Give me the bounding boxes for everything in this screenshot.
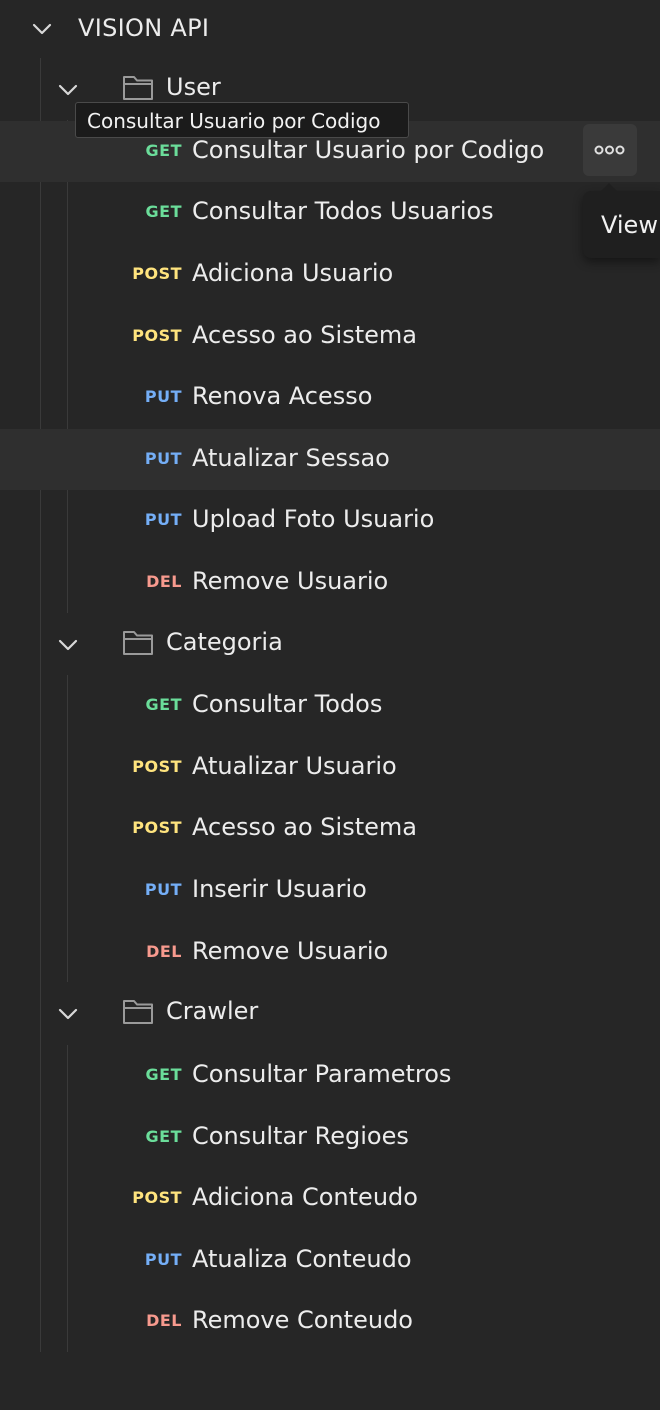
- request-row[interactable]: GET Consultar Regioes: [0, 1107, 660, 1168]
- request-row[interactable]: PUT Atualizar Sessao: [0, 429, 660, 490]
- request-name: Atualizar Usuario: [192, 752, 397, 780]
- method-badge: POST: [132, 818, 182, 837]
- more-options-button[interactable]: [583, 124, 637, 176]
- more-options-icon: [594, 145, 625, 155]
- folder-crawler[interactable]: Crawler: [0, 984, 660, 1042]
- request-name: Consultar Todos Usuarios: [192, 197, 494, 225]
- request-row[interactable]: DEL Remove Usuario: [0, 552, 660, 613]
- folder-icon: [123, 1000, 153, 1024]
- request-name: Remove Usuario: [192, 937, 389, 965]
- folder-categoria[interactable]: Categoria: [0, 615, 660, 673]
- folder-name: User: [166, 73, 221, 101]
- method-badge: DEL: [146, 942, 182, 961]
- method-badge: GET: [145, 695, 182, 714]
- folder-icon: [123, 76, 153, 100]
- request-name: Atualiza Conteudo: [192, 1245, 412, 1273]
- request-row[interactable]: PUT Inserir Usuario: [0, 860, 660, 921]
- chevron-down-icon[interactable]: [56, 1002, 80, 1026]
- method-badge: PUT: [144, 1250, 182, 1269]
- method-badge: GET: [145, 141, 182, 160]
- collection-title: VISION API: [78, 14, 210, 42]
- method-badge: GET: [145, 202, 182, 221]
- request-row[interactable]: POST Adiciona Usuario: [0, 244, 660, 305]
- request-row[interactable]: POST Adiciona Conteudo: [0, 1168, 660, 1229]
- request-row[interactable]: GET Consultar Todos Usuarios: [0, 182, 660, 243]
- tooltip: Consultar Usuario por Codigo: [75, 102, 409, 138]
- request-name: Consultar Usuario por Codigo: [192, 136, 545, 164]
- request-row[interactable]: POST Acesso ao Sistema: [0, 798, 660, 859]
- method-badge: PUT: [144, 880, 182, 899]
- request-name: Remove Conteudo: [192, 1306, 413, 1334]
- method-badge: GET: [145, 1065, 182, 1084]
- folder-icon: [123, 631, 153, 655]
- chevron-down-icon[interactable]: [30, 17, 54, 41]
- chevron-down-icon[interactable]: [56, 633, 80, 657]
- popover-caret: [601, 183, 617, 191]
- view-label: View: [601, 211, 658, 239]
- request-name: Consultar Todos: [192, 690, 383, 718]
- request-name: Inserir Usuario: [192, 875, 367, 903]
- request-name: Consultar Parametros: [192, 1060, 452, 1088]
- method-badge: PUT: [144, 387, 182, 406]
- method-badge: DEL: [146, 1311, 182, 1330]
- method-badge: PUT: [144, 510, 182, 529]
- request-name: Upload Foto Usuario: [192, 505, 435, 533]
- request-name: Adiciona Conteudo: [192, 1183, 418, 1211]
- request-row[interactable]: POST Atualizar Usuario: [0, 737, 660, 798]
- request-row[interactable]: GET Consultar Todos: [0, 675, 660, 736]
- request-row[interactable]: PUT Atualiza Conteudo: [0, 1230, 660, 1291]
- collection-tree: VISION API User GET Consultar Usuario po…: [0, 0, 660, 1410]
- method-badge: POST: [132, 1188, 182, 1207]
- request-row[interactable]: PUT Renova Acesso: [0, 367, 660, 428]
- request-row[interactable]: DEL Remove Conteudo: [0, 1291, 660, 1352]
- request-row[interactable]: POST Acesso ao Sistema: [0, 306, 660, 367]
- request-row[interactable]: PUT Upload Foto Usuario: [0, 490, 660, 551]
- method-badge: DEL: [146, 572, 182, 591]
- request-name: Adiciona Usuario: [192, 259, 394, 287]
- request-row[interactable]: GET Consultar Parametros: [0, 1045, 660, 1106]
- folder-name: Crawler: [166, 997, 259, 1025]
- request-name: Remove Usuario: [192, 567, 389, 595]
- collection-header[interactable]: VISION API: [0, 0, 660, 58]
- request-row[interactable]: DEL Remove Usuario: [0, 922, 660, 983]
- request-name: Acesso ao Sistema: [192, 813, 417, 841]
- request-name: Renova Acesso: [192, 382, 373, 410]
- folder-name: Categoria: [166, 628, 283, 656]
- view-popover[interactable]: View: [583, 183, 660, 258]
- method-badge: POST: [132, 264, 182, 283]
- tooltip-text: Consultar Usuario por Codigo: [87, 109, 381, 133]
- chevron-down-icon[interactable]: [56, 78, 80, 102]
- request-name: Acesso ao Sistema: [192, 321, 417, 349]
- request-name: Atualizar Sessao: [192, 444, 390, 472]
- method-badge: GET: [145, 1127, 182, 1146]
- method-badge: POST: [132, 326, 182, 345]
- method-badge: PUT: [144, 449, 182, 468]
- method-badge: POST: [132, 757, 182, 776]
- request-name: Consultar Regioes: [192, 1122, 409, 1150]
